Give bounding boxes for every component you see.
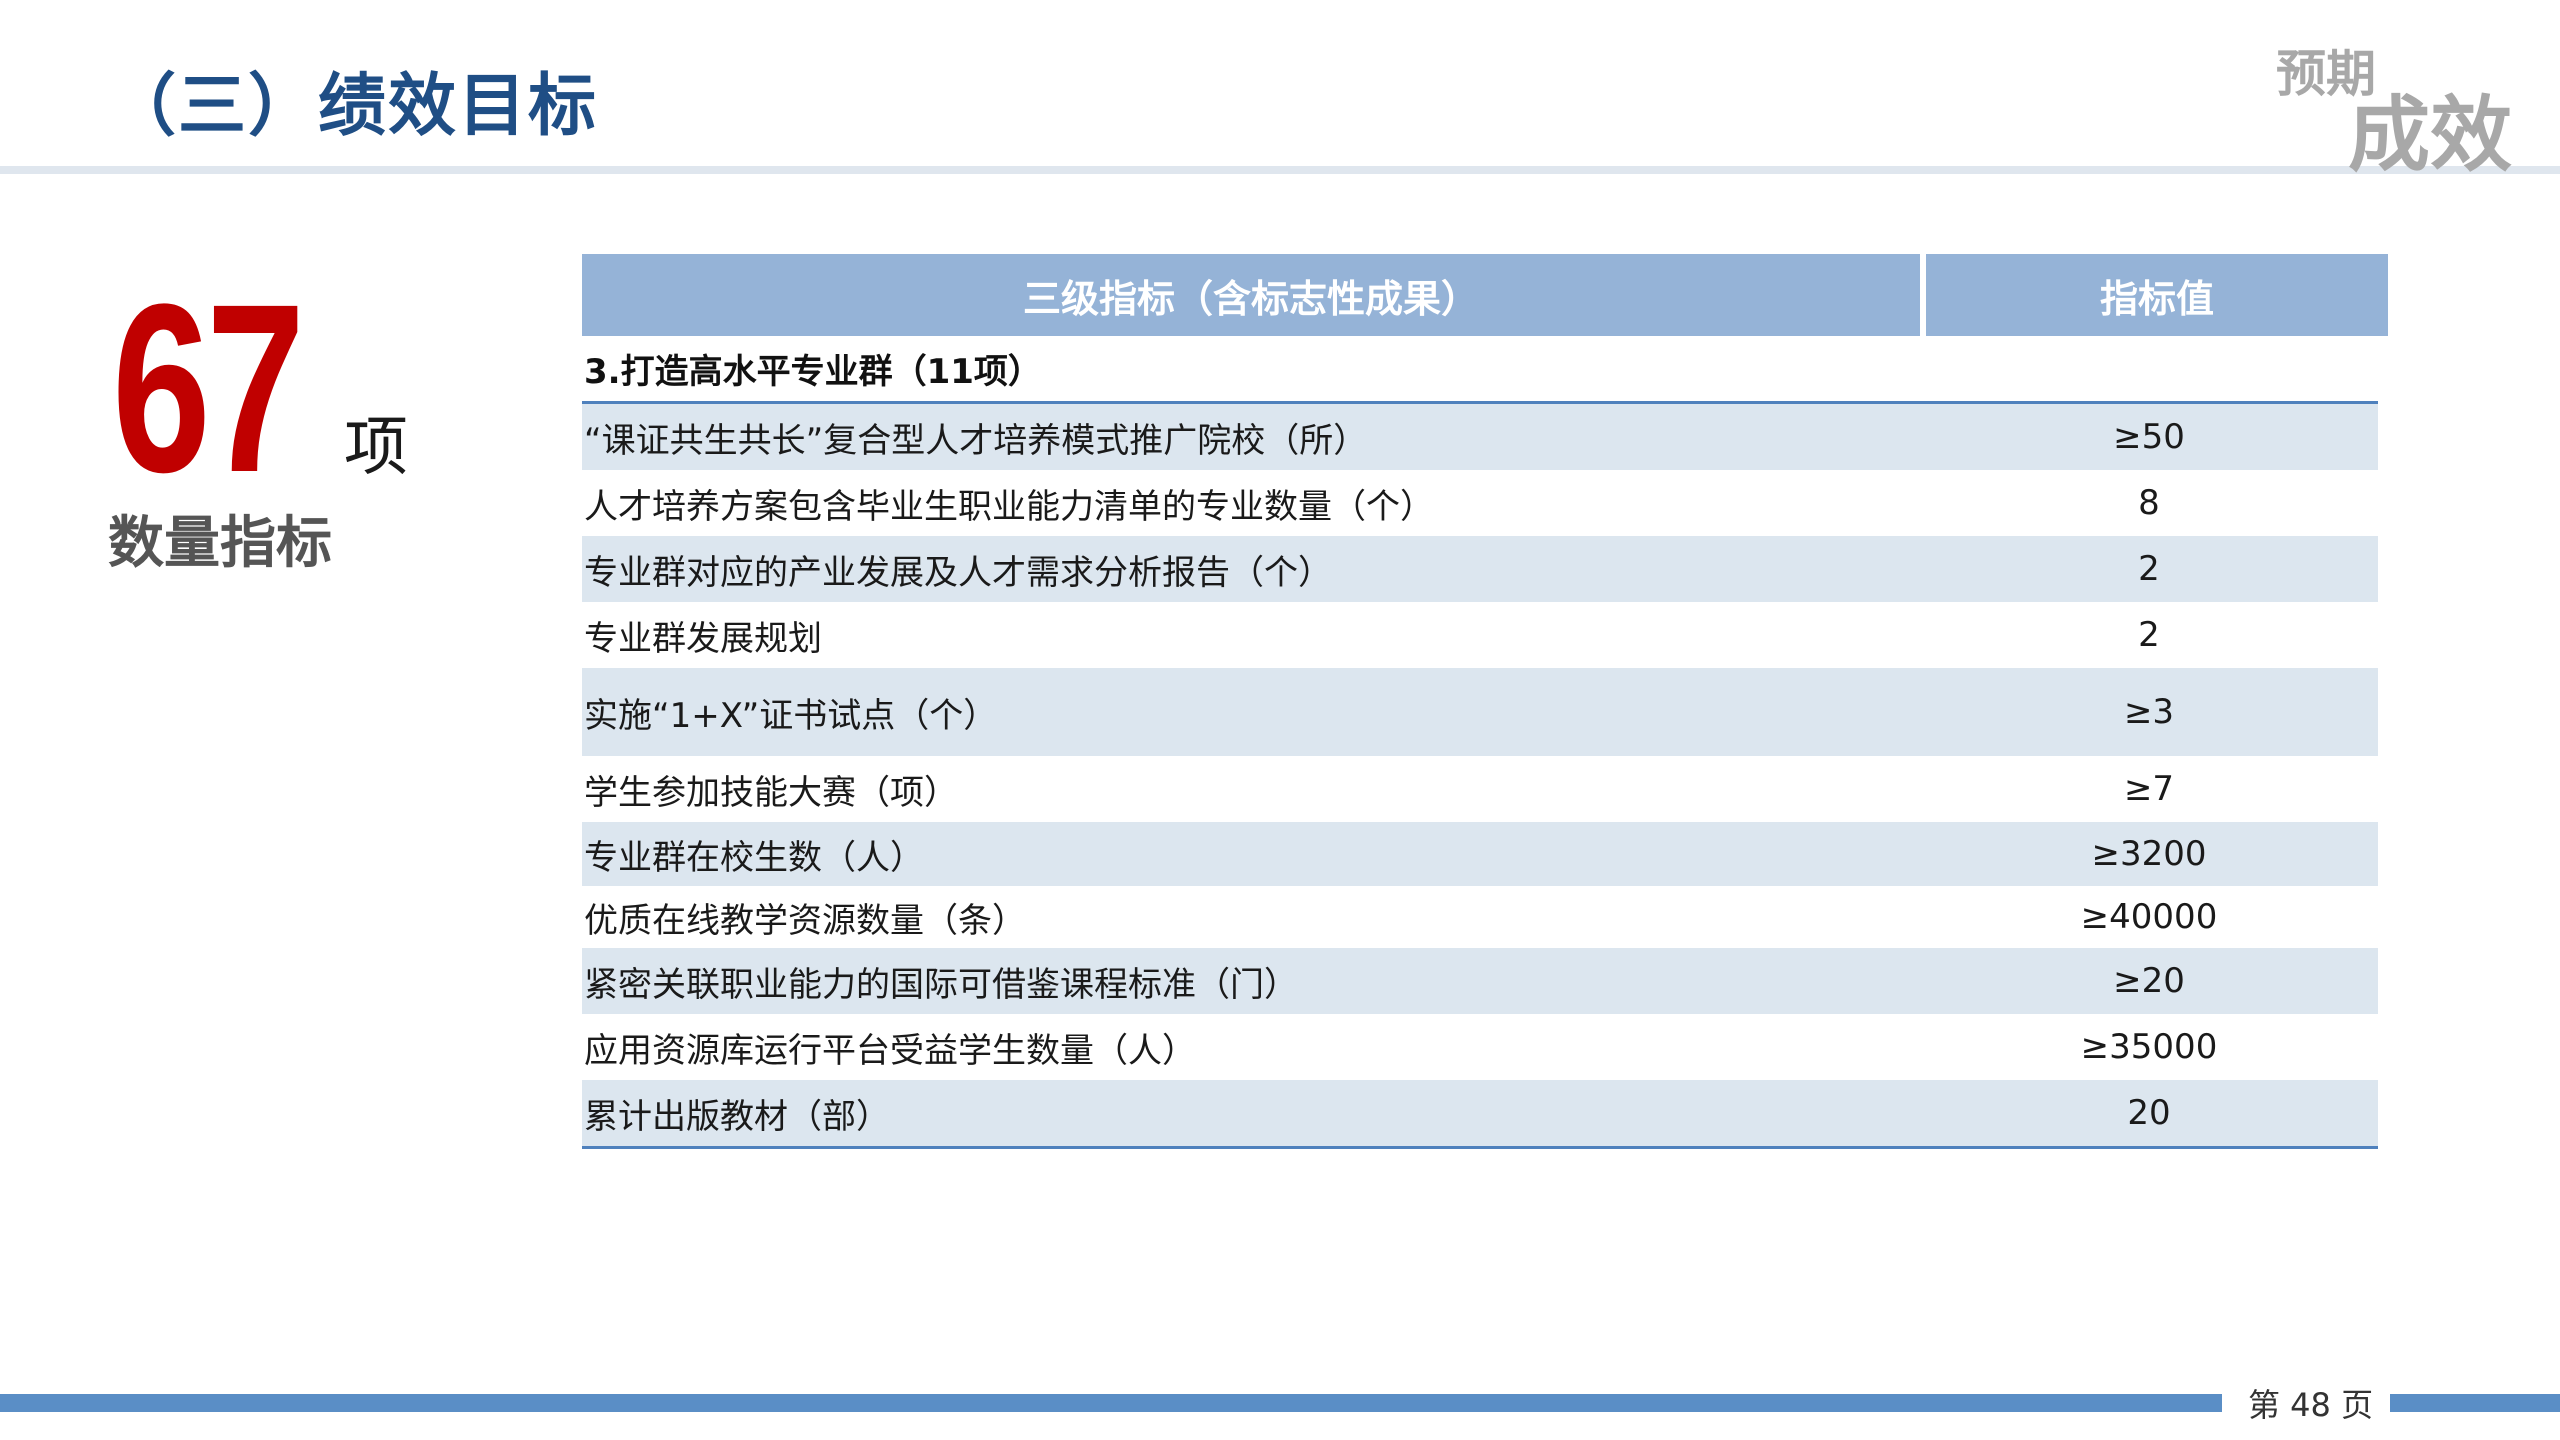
- table-row: 紧密关联职业能力的国际可借鉴课程标准（门） ≥20: [582, 948, 2378, 1014]
- indicator-value: ≥20: [2113, 961, 2185, 1001]
- indicator-name: 专业群发展规划: [584, 618, 822, 659]
- indicator-table: 三级指标（含标志性成果） 指标值 3.打造高水平专业群（11项） “课证共生共长…: [582, 254, 2388, 1149]
- indicator-value: 2: [2138, 615, 2160, 655]
- column-header-value: 指标值: [1926, 254, 2388, 336]
- indicator-name: 专业群在校生数（人）: [584, 837, 924, 878]
- indicator-name: 学生参加技能大赛（项）: [584, 772, 958, 813]
- indicator-value: ≥7: [2123, 769, 2175, 809]
- table-row: “课证共生共长”复合型人才培养模式推广院校（所） ≥50: [582, 404, 2378, 470]
- indicator-value: ≥3: [2123, 692, 2175, 732]
- table-row: 应用资源库运行平台受益学生数量（人） ≥35000: [582, 1014, 2378, 1080]
- indicator-value: ≥40000: [2080, 897, 2218, 937]
- indicator-name: 累计出版教材（部）: [584, 1096, 890, 1137]
- section-title-row: 3.打造高水平专业群（11项）: [582, 336, 2378, 404]
- column-header-indicator: 三级指标（含标志性成果）: [582, 254, 1920, 336]
- table-row: 实施“1+X”证书试点（个） ≥3: [582, 668, 2378, 756]
- indicator-name: 专业群对应的产业发展及人才需求分析报告（个）: [584, 552, 1332, 593]
- stat-number: 67: [112, 254, 305, 522]
- indicator-name: “课证共生共长”复合型人才培养模式推广院校（所）: [584, 420, 1368, 461]
- header-divider: [0, 166, 2560, 174]
- corner-watermark-bottom: 成效: [2348, 88, 2513, 183]
- table-header: 三级指标（含标志性成果） 指标值: [582, 254, 2388, 336]
- footer-bar-right: [2390, 1394, 2560, 1412]
- table-row: 专业群对应的产业发展及人才需求分析报告（个） 2: [582, 536, 2378, 602]
- indicator-name: 紧密关联职业能力的国际可借鉴课程标准（门）: [584, 964, 1298, 1005]
- page-title: （三）绩效目标: [108, 67, 599, 146]
- indicator-name: 人才培养方案包含毕业生职业能力清单的专业数量（个）: [584, 486, 1434, 527]
- indicator-name: 应用资源库运行平台受益学生数量（人）: [584, 1030, 1196, 1071]
- indicator-value: ≥50: [2113, 417, 2185, 457]
- indicator-value: ≥35000: [2080, 1027, 2218, 1067]
- indicator-value: 20: [2127, 1093, 2171, 1133]
- footer-bar-left: [0, 1394, 2222, 1412]
- stat-unit: 项: [344, 411, 408, 485]
- stat-label: 数量指标: [108, 511, 332, 576]
- indicator-name: 实施“1+X”证书试点（个）: [584, 695, 998, 736]
- table-row: 累计出版教材（部） 20: [582, 1080, 2378, 1149]
- table-row: 人才培养方案包含毕业生职业能力清单的专业数量（个） 8: [582, 470, 2378, 536]
- indicator-value: 2: [2138, 549, 2160, 589]
- table-row: 专业群发展规划 2: [582, 602, 2378, 668]
- indicator-name: 优质在线教学资源数量（条）: [584, 900, 1026, 941]
- page-number: 第 48 页: [2248, 1386, 2374, 1424]
- indicator-value: ≥3200: [2091, 834, 2207, 874]
- table-row: 专业群在校生数（人） ≥3200: [582, 822, 2378, 886]
- table-row: 优质在线教学资源数量（条） ≥40000: [582, 886, 2378, 948]
- corner-watermark: 预期 成效: [2258, 30, 2518, 183]
- indicator-value: 8: [2138, 483, 2160, 523]
- table-row: 学生参加技能大赛（项） ≥7: [582, 756, 2378, 822]
